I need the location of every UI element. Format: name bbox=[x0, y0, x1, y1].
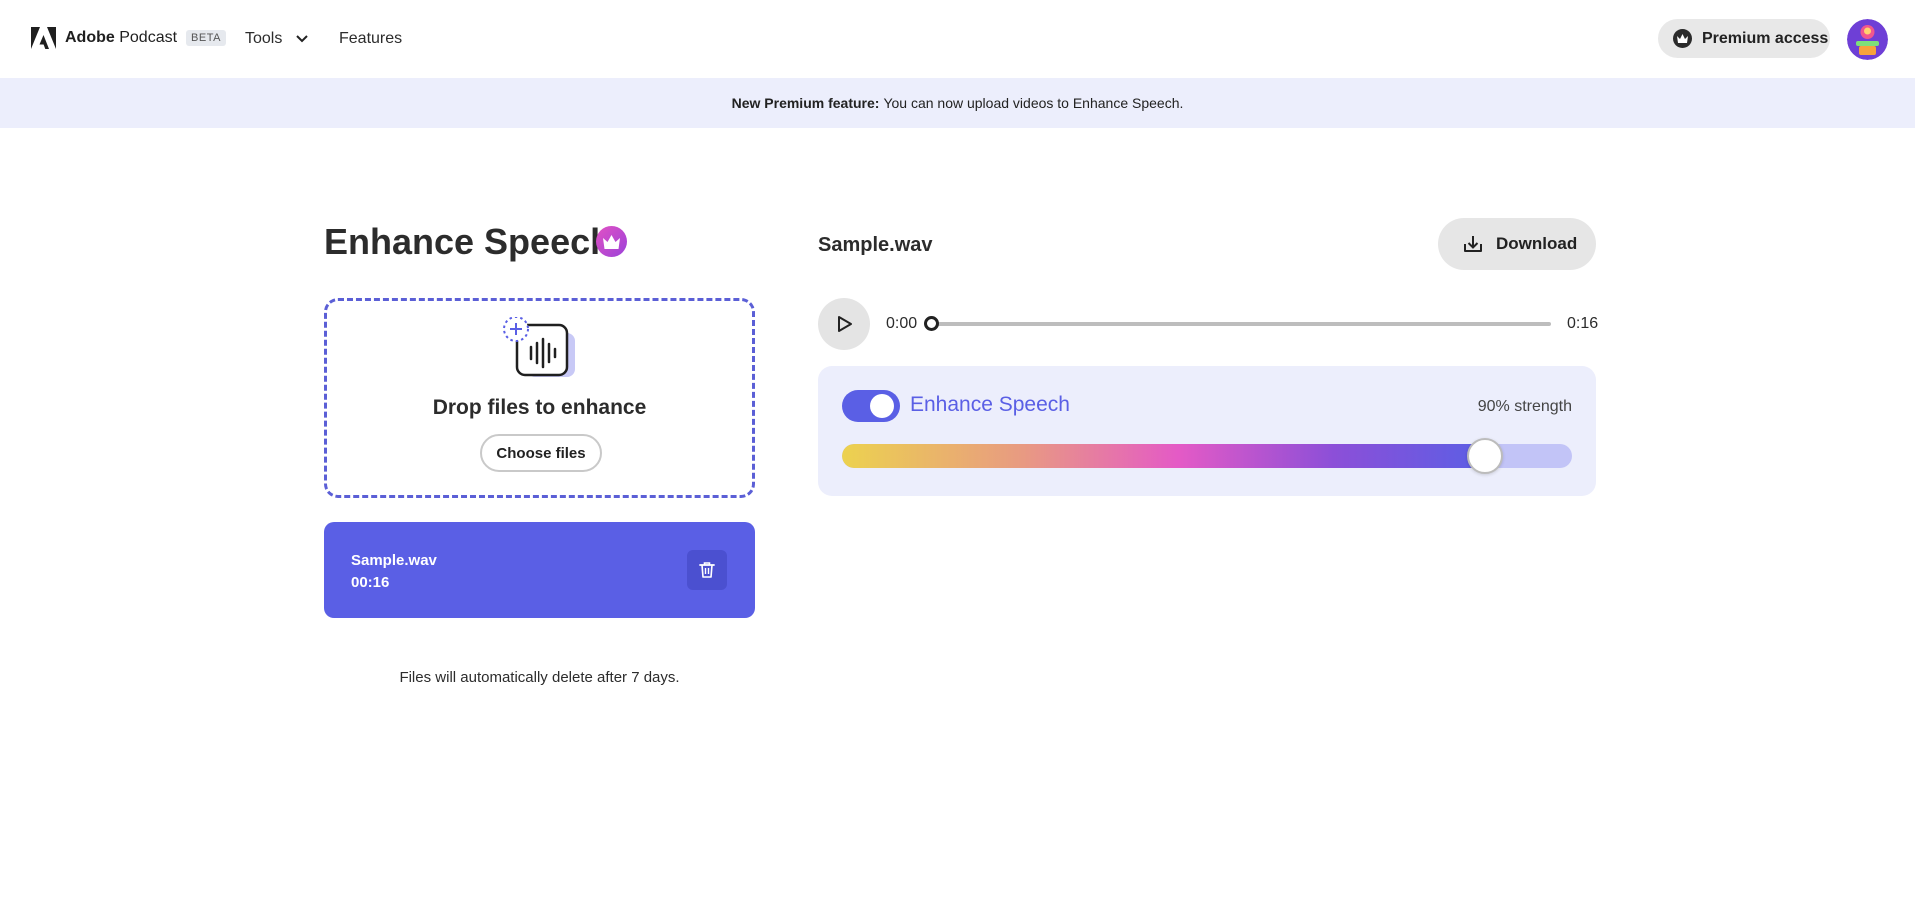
banner-bold-text: New Premium feature: bbox=[731, 95, 880, 111]
page-title: Enhance Speech bbox=[324, 221, 613, 262]
choose-files-button[interactable]: Choose files bbox=[480, 434, 602, 472]
nav-features-link[interactable]: Features bbox=[339, 30, 402, 48]
adobe-logo-icon bbox=[31, 27, 56, 49]
file-name: Sample.wav bbox=[351, 552, 437, 569]
delete-file-button[interactable] bbox=[687, 550, 727, 590]
enhance-speech-toggle[interactable] bbox=[842, 390, 900, 422]
crown-icon bbox=[596, 226, 627, 257]
play-button[interactable] bbox=[818, 298, 870, 350]
seek-bar[interactable] bbox=[932, 322, 1551, 326]
premium-access-button[interactable]: Premium access bbox=[1658, 19, 1830, 58]
download-button[interactable]: Download bbox=[1438, 218, 1596, 270]
download-label: Download bbox=[1496, 234, 1578, 253]
premium-icon bbox=[1673, 29, 1692, 48]
avatar-image bbox=[1847, 19, 1888, 60]
current-time: 0:00 bbox=[886, 315, 918, 332]
chevron-down-icon bbox=[296, 35, 309, 43]
seek-thumb[interactable] bbox=[924, 316, 939, 331]
banner-text: You can now upload videos to Enhance Spe… bbox=[883, 95, 1184, 111]
dropzone-text: Drop files to enhance bbox=[432, 396, 647, 419]
download-icon bbox=[1464, 236, 1482, 252]
file-duration: 00:16 bbox=[351, 574, 390, 591]
enhance-speech-label: Enhance Speech bbox=[910, 393, 1070, 416]
file-list-item[interactable]: Sample.wav 00:16 bbox=[324, 522, 755, 618]
beta-badge: BETA bbox=[186, 30, 226, 46]
total-time: 0:16 bbox=[1567, 315, 1599, 332]
brand[interactable]: Adobe Podcast BETA bbox=[31, 27, 226, 49]
upload-audio-icon bbox=[503, 317, 575, 377]
file-dropzone[interactable]: Drop files to enhance Choose files bbox=[324, 298, 755, 498]
play-icon bbox=[838, 316, 852, 332]
auto-delete-notice: Files will automatically delete after 7 … bbox=[399, 669, 680, 686]
brand-name: Adobe Podcast bbox=[65, 29, 178, 46]
strength-slider-thumb[interactable] bbox=[1466, 438, 1503, 474]
nav-tools-label: Tools bbox=[245, 30, 283, 47]
toggle-knob bbox=[870, 394, 894, 418]
announcement-banner: New Premium feature: You can now upload … bbox=[0, 78, 1915, 128]
avatar[interactable] bbox=[1847, 19, 1888, 60]
enhance-panel: Enhance Speech 90% strength bbox=[818, 366, 1596, 496]
strength-fill bbox=[842, 444, 1489, 468]
top-header: Adobe Podcast BETA Tools Features Premiu… bbox=[0, 0, 1915, 78]
trash-icon bbox=[699, 562, 715, 578]
player-file-name: Sample.wav bbox=[818, 234, 933, 256]
premium-access-label: Premium access bbox=[1702, 29, 1829, 47]
strength-slider[interactable] bbox=[842, 444, 1572, 468]
nav-tools-menu[interactable]: Tools bbox=[245, 30, 309, 48]
strength-readout: 90% strength bbox=[1477, 398, 1572, 415]
